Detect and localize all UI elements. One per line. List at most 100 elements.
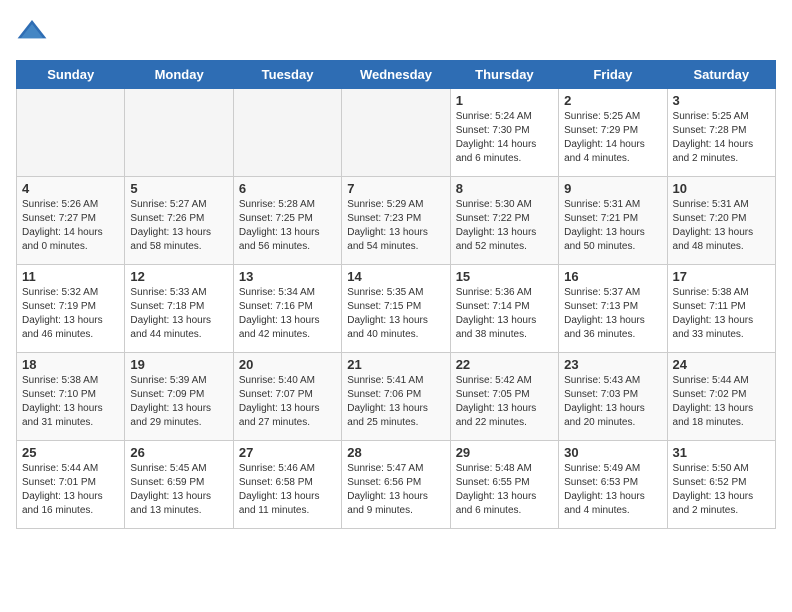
sunset-label: Sunset: 7:26 PM <box>130 213 204 224</box>
day-info: Sunrise: 5:32 AM Sunset: 7:19 PM Dayligh… <box>22 286 119 342</box>
sunset-label: Sunset: 7:11 PM <box>673 301 746 312</box>
sunset-label: Sunset: 7:23 PM <box>347 213 421 224</box>
day-info: Sunrise: 5:25 AM Sunset: 7:28 PM Dayligh… <box>673 110 770 166</box>
sunrise-label: Sunrise: 5:39 AM <box>130 375 206 386</box>
sunrise-label: Sunrise: 5:31 AM <box>673 199 749 210</box>
daylight-label: Daylight: 14 hours and 4 minutes. <box>564 139 645 164</box>
calendar-cell: 21 Sunrise: 5:41 AM Sunset: 7:06 PM Dayl… <box>342 353 450 441</box>
logo <box>16 16 54 48</box>
daylight-label: Daylight: 13 hours and 2 minutes. <box>673 491 754 516</box>
sunrise-label: Sunrise: 5:50 AM <box>673 463 749 474</box>
calendar-cell: 16 Sunrise: 5:37 AM Sunset: 7:13 PM Dayl… <box>559 265 667 353</box>
sunset-label: Sunset: 7:22 PM <box>456 213 530 224</box>
sunrise-label: Sunrise: 5:28 AM <box>239 199 315 210</box>
sunset-label: Sunset: 7:01 PM <box>22 477 96 488</box>
day-header-thursday: Thursday <box>450 61 558 89</box>
day-number: 10 <box>673 181 770 196</box>
sunset-label: Sunset: 7:02 PM <box>673 389 747 400</box>
sunset-label: Sunset: 7:29 PM <box>564 125 638 136</box>
daylight-label: Daylight: 13 hours and 27 minutes. <box>239 403 320 428</box>
calendar-cell <box>125 89 233 177</box>
sunset-label: Sunset: 6:58 PM <box>239 477 313 488</box>
daylight-label: Daylight: 13 hours and 18 minutes. <box>673 403 754 428</box>
day-info: Sunrise: 5:31 AM Sunset: 7:20 PM Dayligh… <box>673 198 770 254</box>
day-info: Sunrise: 5:27 AM Sunset: 7:26 PM Dayligh… <box>130 198 227 254</box>
calendar-week-row: 11 Sunrise: 5:32 AM Sunset: 7:19 PM Dayl… <box>17 265 776 353</box>
daylight-label: Daylight: 13 hours and 38 minutes. <box>456 315 537 340</box>
sunset-label: Sunset: 7:05 PM <box>456 389 530 400</box>
day-info: Sunrise: 5:35 AM Sunset: 7:15 PM Dayligh… <box>347 286 444 342</box>
sunset-label: Sunset: 6:55 PM <box>456 477 530 488</box>
day-info: Sunrise: 5:29 AM Sunset: 7:23 PM Dayligh… <box>347 198 444 254</box>
sunrise-label: Sunrise: 5:30 AM <box>456 199 532 210</box>
sunrise-label: Sunrise: 5:25 AM <box>673 111 749 122</box>
day-info: Sunrise: 5:25 AM Sunset: 7:29 PM Dayligh… <box>564 110 661 166</box>
sunrise-label: Sunrise: 5:27 AM <box>130 199 206 210</box>
day-number: 22 <box>456 357 553 372</box>
day-info: Sunrise: 5:50 AM Sunset: 6:52 PM Dayligh… <box>673 462 770 518</box>
daylight-label: Daylight: 13 hours and 11 minutes. <box>239 491 320 516</box>
daylight-label: Daylight: 13 hours and 4 minutes. <box>564 491 645 516</box>
day-info: Sunrise: 5:46 AM Sunset: 6:58 PM Dayligh… <box>239 462 336 518</box>
daylight-label: Daylight: 13 hours and 9 minutes. <box>347 491 428 516</box>
day-number: 7 <box>347 181 444 196</box>
sunset-label: Sunset: 7:25 PM <box>239 213 313 224</box>
sunrise-label: Sunrise: 5:34 AM <box>239 287 315 298</box>
day-number: 20 <box>239 357 336 372</box>
day-number: 29 <box>456 445 553 460</box>
calendar-cell: 2 Sunrise: 5:25 AM Sunset: 7:29 PM Dayli… <box>559 89 667 177</box>
calendar-cell: 1 Sunrise: 5:24 AM Sunset: 7:30 PM Dayli… <box>450 89 558 177</box>
day-number: 30 <box>564 445 661 460</box>
sunrise-label: Sunrise: 5:33 AM <box>130 287 206 298</box>
day-header-wednesday: Wednesday <box>342 61 450 89</box>
sunrise-label: Sunrise: 5:44 AM <box>22 463 98 474</box>
calendar-cell: 8 Sunrise: 5:30 AM Sunset: 7:22 PM Dayli… <box>450 177 558 265</box>
sunset-label: Sunset: 7:06 PM <box>347 389 421 400</box>
daylight-label: Daylight: 13 hours and 36 minutes. <box>564 315 645 340</box>
sunset-label: Sunset: 7:18 PM <box>130 301 204 312</box>
sunrise-label: Sunrise: 5:43 AM <box>564 375 640 386</box>
daylight-label: Daylight: 13 hours and 46 minutes. <box>22 315 103 340</box>
calendar-week-row: 25 Sunrise: 5:44 AM Sunset: 7:01 PM Dayl… <box>17 441 776 529</box>
sunset-label: Sunset: 7:10 PM <box>22 389 96 400</box>
day-header-friday: Friday <box>559 61 667 89</box>
sunrise-label: Sunrise: 5:31 AM <box>564 199 640 210</box>
calendar-header-row: SundayMondayTuesdayWednesdayThursdayFrid… <box>17 61 776 89</box>
day-info: Sunrise: 5:44 AM Sunset: 7:02 PM Dayligh… <box>673 374 770 430</box>
calendar-cell: 10 Sunrise: 5:31 AM Sunset: 7:20 PM Dayl… <box>667 177 775 265</box>
calendar-cell <box>342 89 450 177</box>
day-number: 17 <box>673 269 770 284</box>
calendar-cell: 12 Sunrise: 5:33 AM Sunset: 7:18 PM Dayl… <box>125 265 233 353</box>
day-header-monday: Monday <box>125 61 233 89</box>
calendar-cell: 18 Sunrise: 5:38 AM Sunset: 7:10 PM Dayl… <box>17 353 125 441</box>
day-header-tuesday: Tuesday <box>233 61 341 89</box>
calendar-cell: 28 Sunrise: 5:47 AM Sunset: 6:56 PM Dayl… <box>342 441 450 529</box>
day-info: Sunrise: 5:40 AM Sunset: 7:07 PM Dayligh… <box>239 374 336 430</box>
sunset-label: Sunset: 7:03 PM <box>564 389 638 400</box>
sunset-label: Sunset: 7:27 PM <box>22 213 96 224</box>
calendar-cell: 14 Sunrise: 5:35 AM Sunset: 7:15 PM Dayl… <box>342 265 450 353</box>
day-number: 11 <box>22 269 119 284</box>
sunrise-label: Sunrise: 5:32 AM <box>22 287 98 298</box>
sunset-label: Sunset: 7:19 PM <box>22 301 96 312</box>
calendar-cell: 6 Sunrise: 5:28 AM Sunset: 7:25 PM Dayli… <box>233 177 341 265</box>
calendar-cell: 11 Sunrise: 5:32 AM Sunset: 7:19 PM Dayl… <box>17 265 125 353</box>
calendar-week-row: 18 Sunrise: 5:38 AM Sunset: 7:10 PM Dayl… <box>17 353 776 441</box>
day-number: 2 <box>564 93 661 108</box>
day-number: 24 <box>673 357 770 372</box>
calendar-cell: 29 Sunrise: 5:48 AM Sunset: 6:55 PM Dayl… <box>450 441 558 529</box>
sunset-label: Sunset: 7:30 PM <box>456 125 530 136</box>
day-number: 3 <box>673 93 770 108</box>
day-number: 27 <box>239 445 336 460</box>
day-info: Sunrise: 5:26 AM Sunset: 7:27 PM Dayligh… <box>22 198 119 254</box>
sunrise-label: Sunrise: 5:38 AM <box>673 287 749 298</box>
daylight-label: Daylight: 13 hours and 31 minutes. <box>22 403 103 428</box>
day-number: 21 <box>347 357 444 372</box>
page-header <box>16 16 776 48</box>
day-number: 31 <box>673 445 770 460</box>
daylight-label: Daylight: 13 hours and 58 minutes. <box>130 227 211 252</box>
day-info: Sunrise: 5:37 AM Sunset: 7:13 PM Dayligh… <box>564 286 661 342</box>
logo-icon <box>16 16 48 48</box>
daylight-label: Daylight: 13 hours and 56 minutes. <box>239 227 320 252</box>
day-number: 28 <box>347 445 444 460</box>
